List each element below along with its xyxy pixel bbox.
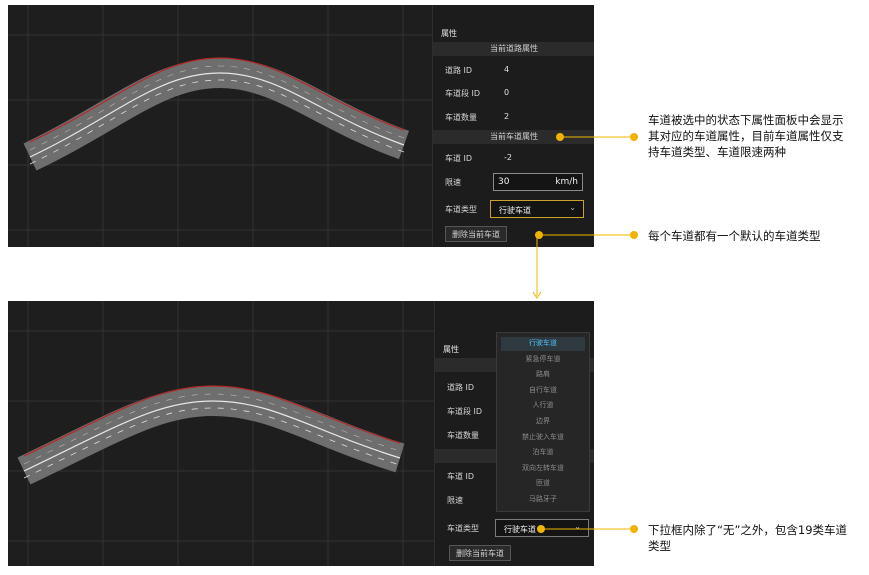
callout-marker [535, 231, 543, 239]
road-id-label: 道路 ID [447, 383, 475, 392]
lane-id-label: 车道 ID [445, 154, 473, 163]
lane-type-select[interactable]: 行驶车道 ⌄ [490, 200, 584, 218]
chevron-down-icon: ⌄ [569, 203, 576, 212]
speed-limit-input[interactable]: 30 km/h [493, 173, 583, 191]
speed-limit-label: 限速 [445, 178, 461, 187]
section-current-lane: 当前车道属性 [433, 130, 594, 144]
delete-lane-button[interactable]: 删除当前车道 [449, 545, 511, 561]
dropdown-option[interactable]: 双向左转车道 [497, 461, 589, 477]
map-viewport[interactable] [8, 301, 434, 566]
speed-limit-unit: km/h [555, 177, 578, 187]
speed-limit-value: 30 [498, 177, 510, 187]
callout-marker [630, 525, 638, 533]
lane-type-dropdown-list: 行驶车道 紧急停车道 路肩 自行车道 人行道 边界 禁止驶入车道 泊车道 双向左… [496, 332, 590, 512]
speed-limit-label: 限速 [447, 496, 463, 505]
delete-lane-button[interactable]: 删除当前车道 [445, 226, 507, 242]
road-canvas [8, 5, 432, 247]
callout-marker [537, 525, 545, 533]
lane-type-selected: 行驶车道 [499, 206, 531, 215]
panel-title: 属性 [443, 345, 459, 354]
dropdown-option[interactable]: 马路牙子 [497, 492, 589, 508]
segment-id-label: 车道段 ID [447, 407, 483, 416]
callout-marker [630, 231, 638, 239]
map-viewport[interactable] [8, 5, 432, 247]
segment-id-label: 车道段 ID [445, 89, 481, 98]
section-current-road: 当前道路属性 [433, 42, 594, 56]
callout-marker [556, 133, 564, 141]
chevron-down-icon: ⌄ [574, 522, 581, 531]
dropdown-option[interactable]: 匝道 [497, 476, 589, 492]
lane-type-label: 车道类型 [445, 205, 477, 214]
panel-title: 属性 [441, 29, 457, 38]
dropdown-option[interactable]: 边界 [497, 414, 589, 430]
road-surface [17, 385, 405, 485]
screenshot-lane-selected: 属性 当前道路属性 道路 ID 4 车道段 ID 0 车道数量 2 当前车道属性… [8, 5, 594, 247]
lane-count-label: 车道数量 [445, 113, 477, 122]
lane-count-label: 车道数量 [447, 431, 479, 440]
segment-id-value: 0 [504, 88, 510, 97]
lane-type-selected: 行驶车道 [504, 525, 536, 534]
properties-panel: 属性 道路 ID 车道段 ID 车道数量 车道 ID 限速 车道类型 行驶车道 … [434, 301, 594, 566]
properties-panel: 属性 当前道路属性 道路 ID 4 车道段 ID 0 车道数量 2 当前车道属性… [432, 5, 594, 247]
road-id-value: 4 [504, 65, 510, 74]
road-surface [23, 57, 410, 171]
dropdown-option[interactable]: 泊车道 [497, 445, 589, 461]
annotation-default-lane-type: 每个车道都有一个默认的车道类型 [648, 229, 821, 243]
dropdown-option[interactable]: 禁止驶入车道 [497, 430, 589, 446]
annotation-lane-properties: 车道被选中的状态下属性面板中会显示其对应的车道属性，目前车道属性仅支持车道类型、… [648, 113, 844, 159]
dropdown-option[interactable]: 人行道 [497, 398, 589, 414]
annotation-lane-type-count: 下拉框内除了“无”之外，包含19类车道类型 [648, 523, 848, 553]
lane-type-label: 车道类型 [447, 524, 479, 533]
dropdown-option[interactable]: 自行车道 [497, 383, 589, 399]
road-canvas [8, 301, 434, 566]
road-id-label: 道路 ID [445, 66, 473, 75]
dropdown-option[interactable]: 路肩 [497, 367, 589, 383]
callout-marker [630, 133, 638, 141]
lane-id-value: -2 [504, 153, 512, 162]
screenshot-lane-type-dropdown: 属性 道路 ID 车道段 ID 车道数量 车道 ID 限速 车道类型 行驶车道 … [8, 301, 594, 566]
dropdown-option[interactable]: 行驶车道 [497, 336, 589, 352]
lane-id-label: 车道 ID [447, 472, 475, 481]
lane-count-value: 2 [504, 112, 510, 121]
dropdown-option[interactable]: 紧急停车道 [497, 352, 589, 368]
